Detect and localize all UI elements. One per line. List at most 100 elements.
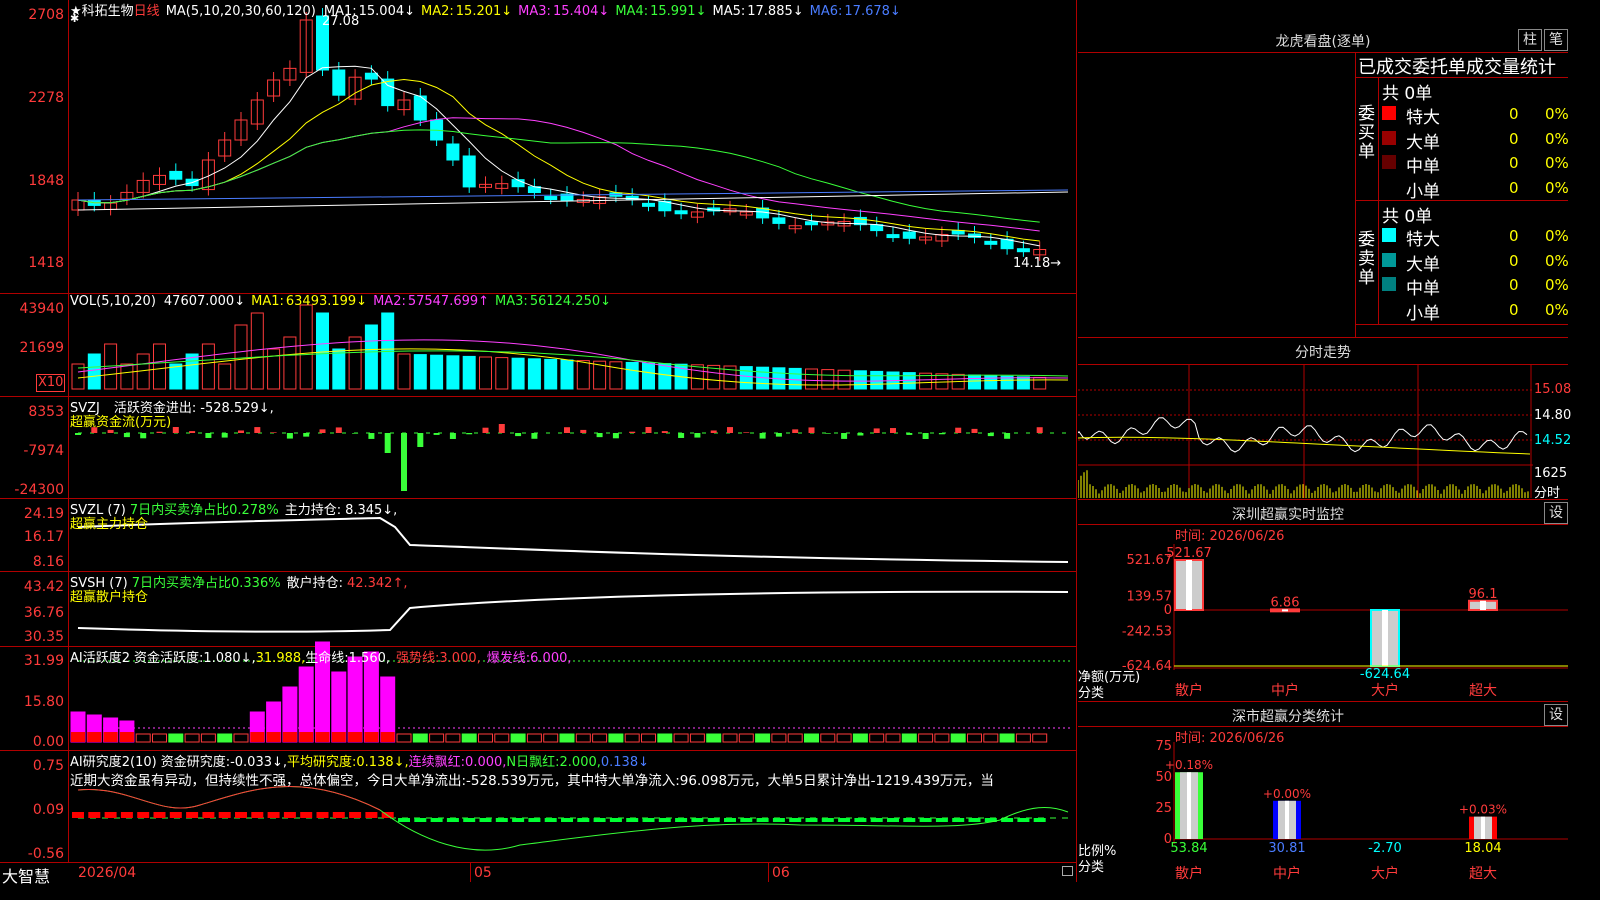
volume-bar xyxy=(267,348,281,390)
ai-research-header: AI研究度2(10) xyxy=(70,755,157,770)
svzj-bar xyxy=(433,433,440,435)
ai-active-bar xyxy=(152,733,167,743)
brand-logo[interactable]: 大智慧 xyxy=(2,863,50,887)
buy-total: 共 0单 xyxy=(1382,84,1433,104)
period-label[interactable]: 日线 xyxy=(134,4,160,19)
svsh-sub: 超赢散户持仓 xyxy=(70,590,149,605)
volume-bar xyxy=(837,369,851,390)
ai-research-bar xyxy=(1033,818,1046,822)
volume-bar xyxy=(642,362,655,390)
ai-active-legend: AI活跃度2 资金活跃度:1.080↓,31.988,生命线:1.560, 强势线:… xyxy=(70,647,572,666)
ai-research-bar xyxy=(169,812,182,818)
sell-count-2: 0 xyxy=(1509,276,1519,294)
svzj-bar xyxy=(841,433,848,439)
ai-research-v3: 0.000, xyxy=(465,755,507,770)
ai-research-bar xyxy=(707,818,720,822)
ai-active-bar xyxy=(641,733,656,743)
svzj-bar xyxy=(172,427,179,433)
ai-active-ytick-2: 0.00 xyxy=(32,734,64,750)
candle xyxy=(153,167,166,191)
ai-research-bar xyxy=(935,818,948,822)
svzj-bar xyxy=(482,427,489,433)
svzj-bar xyxy=(727,427,733,433)
svzj-bar xyxy=(319,429,326,433)
fenshi-vol-label: 1625 xyxy=(1534,466,1568,481)
ai-active-v1: 1.080↓, xyxy=(203,651,256,666)
volume-bar xyxy=(544,358,558,390)
ai-active-bar xyxy=(298,666,314,743)
ai-active-bar xyxy=(836,733,852,743)
bar-mode-button[interactable]: 柱 xyxy=(1518,29,1542,51)
buy-pct-2: 0% xyxy=(1545,154,1569,172)
svsh-label1: 7日内买卖净占比0.336% xyxy=(131,576,281,591)
kline-ytick-3: 1418 xyxy=(28,255,64,271)
ai-research-legend: AI研究度2(10) 资金研究度:-0.033↓,平均研究度:0.138↓,连续飘… xyxy=(70,751,649,770)
sell-swatch-0 xyxy=(1382,228,1396,242)
ai-research-bar xyxy=(544,818,557,822)
svzj-bar xyxy=(515,433,522,437)
fenshi-ytick-high: 15.08 xyxy=(1534,382,1572,397)
ai-research-bar xyxy=(104,812,117,818)
class-value-label: 18.04 xyxy=(1464,841,1501,856)
monitor-cat-label: 大户 xyxy=(1371,682,1399,699)
ai-research-bar xyxy=(658,818,671,822)
ai-research-bar xyxy=(88,812,101,818)
fenshi-panel[interactable]: 分时走势 15.08 14.80 14.52 1625 分时 xyxy=(1078,338,1572,501)
buy-swatch-2 xyxy=(1382,155,1396,169)
vol-ma-value-3: 56124.250↓ xyxy=(529,294,612,309)
ma-value-1: 15.004↓ xyxy=(358,4,416,19)
svzj-sub: 超赢资金流(万元) xyxy=(70,415,172,430)
volume-bar xyxy=(739,366,753,390)
ai-active-bar xyxy=(461,733,477,743)
candle xyxy=(299,12,313,79)
class-top-label: +0.00% xyxy=(1263,787,1311,801)
ai-active-bar xyxy=(396,733,412,743)
volume-bar xyxy=(218,363,232,390)
vol-ytick-1: 21699 xyxy=(19,340,64,356)
candle xyxy=(462,148,476,193)
ma-value-2: 15.201↓ xyxy=(455,4,513,19)
ai-research-bar xyxy=(675,818,688,822)
stock-name[interactable]: 科拓生物 xyxy=(82,4,134,19)
ai-active-base-bar xyxy=(71,732,85,742)
class-value-label: 53.84 xyxy=(1170,841,1207,856)
class-bar-highlight xyxy=(1187,772,1191,839)
ai-active-base-bar xyxy=(331,732,346,742)
ai-research-line-red xyxy=(77,786,381,811)
svzj-bar xyxy=(987,433,994,437)
ai-active-bar xyxy=(869,733,885,743)
main-chart-area[interactable]: ★科拓生物日线 MA(5,10,20,30,60,120) MA1: 15.004↓ M… xyxy=(0,0,1077,886)
svzj-bar xyxy=(580,429,587,433)
svzl-ytick-2: 8.16 xyxy=(32,554,64,570)
ai-research-bar xyxy=(838,818,851,822)
ai-active-base-bar xyxy=(380,732,395,742)
ai-active-l1: 资金活跃度: xyxy=(134,651,204,666)
candle xyxy=(169,163,183,186)
tick-mode-button[interactable]: 笔 xyxy=(1544,29,1568,51)
ai-active-bar xyxy=(755,733,771,743)
volume-bar xyxy=(609,361,623,390)
lock-icon[interactable] xyxy=(1062,866,1073,876)
ai-active-bar xyxy=(950,733,966,743)
svzj-bar xyxy=(270,432,277,433)
monitor-cat-label: 中户 xyxy=(1271,682,1299,699)
ma-value-5: 17.885↓ xyxy=(747,4,804,19)
ai-active-base-bar xyxy=(282,732,297,742)
fenshi-ytick-low: 14.52 xyxy=(1534,433,1572,448)
candle xyxy=(104,195,118,216)
volume-bar xyxy=(413,354,427,390)
star-icon: ✱ xyxy=(70,12,80,25)
sz-class-chart: 7550250+0.18%53.84散户+0.00%30.81中户-2.70大户… xyxy=(1155,739,1568,882)
volume-bar xyxy=(185,353,199,390)
monitor-cat-label: 超大 xyxy=(1469,683,1497,699)
volume-bar xyxy=(430,354,444,390)
candle xyxy=(658,193,672,217)
ai-research-bar xyxy=(332,812,345,818)
ai-active-bar xyxy=(445,733,461,743)
ai-active-base-bar xyxy=(299,732,314,742)
volume-bar xyxy=(332,348,346,390)
class-ytick: 75 xyxy=(1155,739,1172,754)
ai-active-bar xyxy=(575,733,591,743)
ai-active-v3: 3.000, xyxy=(439,651,481,666)
volume-bar xyxy=(805,368,818,390)
